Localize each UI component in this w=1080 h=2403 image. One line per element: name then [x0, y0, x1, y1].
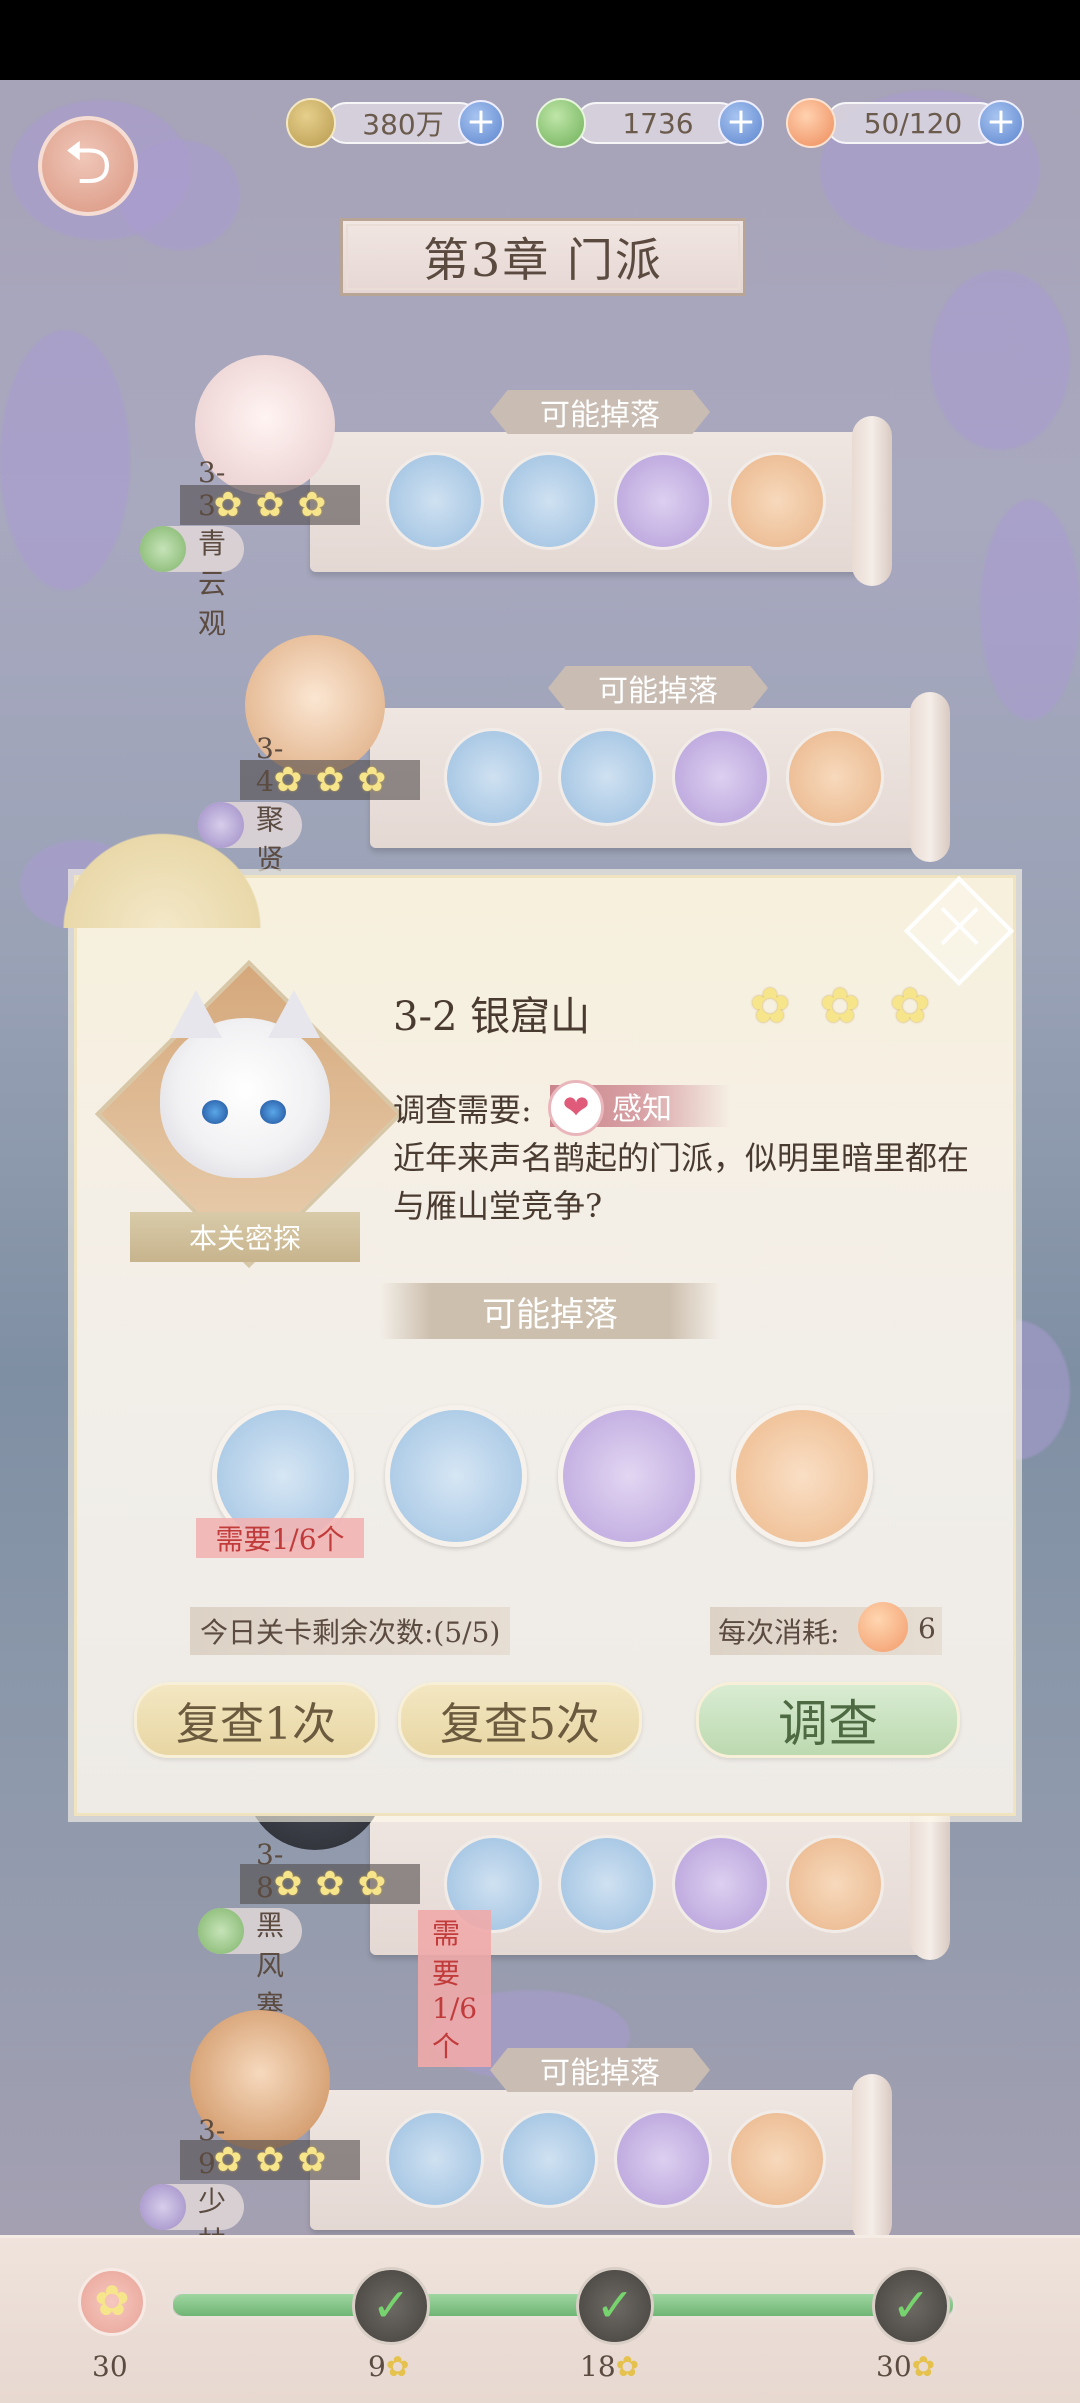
progress-fill	[173, 2294, 953, 2316]
resource-value: 50/120	[826, 102, 1000, 144]
chapter-title: 第3章 门派	[340, 218, 746, 296]
drop-tab-label: 可能掉落	[490, 390, 710, 434]
peach-bun-icon	[786, 98, 836, 148]
scroll-item-icon[interactable]	[731, 1405, 873, 1547]
rabbit-cookie-item-icon	[444, 728, 542, 826]
star-icon: ✿	[255, 2140, 285, 2180]
cat-ear	[268, 990, 320, 1038]
drop-tab-label: 可能掉落	[548, 666, 768, 710]
stage-description: 近年来声名鹊起的门派，似明里暗里都在与雁山堂竞争?	[393, 1139, 970, 1225]
milestone-value: 30	[876, 2350, 912, 2383]
star-icon: ✿	[315, 760, 345, 800]
taiyaki-item-icon[interactable]	[385, 1405, 527, 1547]
star-icon: ✿	[357, 760, 387, 800]
stage-name: 3-9 少林寺	[140, 2114, 244, 2298]
resource-green-bird: 1736 +	[536, 98, 764, 148]
milestone-label: 9✿	[368, 2350, 409, 2383]
scroll-item-icon	[786, 1835, 884, 1933]
total-stars-icon: ✿	[78, 2268, 146, 2336]
status-bar	[0, 0, 1080, 80]
investigate-button[interactable]: 调查	[696, 1682, 960, 1758]
star-icon: ✿	[297, 485, 327, 525]
cat-eye	[260, 1100, 286, 1124]
cat-eye	[202, 1100, 228, 1124]
reward-chest-18-icon[interactable]: ✓	[576, 2267, 654, 2345]
recheck-once-button[interactable]: 复查1次	[134, 1682, 378, 1758]
detective-label: 本关密探	[130, 1212, 360, 1262]
rabbit-cookie-item-icon	[386, 452, 484, 550]
drops-title: 可能掉落	[380, 1283, 720, 1339]
add-peach-bun-button[interactable]: +	[978, 100, 1024, 146]
total-stars-value: 30	[92, 2350, 128, 2383]
star-icon: ✿	[315, 1864, 345, 1904]
purple-fish-item-icon[interactable]	[558, 1405, 700, 1547]
requirement-label: 调查需要:	[393, 1091, 532, 1129]
star-icon: ✿	[385, 2350, 410, 2383]
resource-value: 1736	[576, 102, 740, 144]
purple-fish-item-icon	[614, 2110, 712, 2208]
scroll-item-icon	[786, 728, 884, 826]
scroll-item-icon	[728, 2110, 826, 2208]
milestone-label: 30✿	[876, 2350, 935, 2383]
detective-cat-portrait	[160, 990, 330, 1178]
resource-paw-coin: 380万 +	[286, 98, 504, 148]
modal-stage-title: 3-2 银窟山	[393, 994, 591, 1040]
reward-chest-30-icon[interactable]: ✓	[872, 2267, 950, 2345]
recheck-five-button[interactable]: 复查5次	[398, 1682, 642, 1758]
cat-ear	[170, 990, 222, 1038]
diamond-badge-icon	[140, 526, 186, 572]
peach-bun-icon	[858, 1602, 908, 1652]
resource-peach-bun: 50/120 +	[786, 98, 1024, 148]
star-icon: ✿	[889, 978, 931, 1034]
taiyaki-item-icon	[500, 2110, 598, 2208]
resource-value: 380万	[326, 102, 480, 144]
stage-name: 3-8 黑风寨	[198, 1838, 302, 2022]
taiyaki-item-icon	[500, 452, 598, 550]
milestone-value: 18	[580, 2350, 616, 2383]
modal-stars: ✿ ✿ ✿	[744, 980, 936, 1032]
star-icon: ✿	[297, 2140, 327, 2180]
diamond-badge-icon	[198, 1908, 244, 1954]
cost-value: 6	[918, 1612, 936, 1645]
heart-icon: ❤	[548, 1080, 604, 1136]
star-icon: ✿	[255, 485, 285, 525]
purple-fish-item-icon	[672, 728, 770, 826]
remaining-attempts: 今日关卡剩余次数:(5/5)	[190, 1607, 511, 1655]
add-green-bird-button[interactable]: +	[718, 100, 764, 146]
diamond-badge-icon	[140, 2184, 186, 2230]
star-icon: ✿	[819, 978, 861, 1034]
stage-name-text: 3-8 黑风寨	[256, 1838, 285, 2022]
back-arrow-button[interactable]: ⮌	[38, 116, 138, 216]
progress-track	[170, 2291, 956, 2319]
paw-coin-icon	[286, 98, 336, 148]
add-paw-coin-button[interactable]: +	[458, 100, 504, 146]
milestone-label: 18✿	[580, 2350, 639, 2383]
milestone-value: 9	[368, 2350, 386, 2383]
taiyaki-item-icon	[558, 1835, 656, 1933]
scroll-item-icon	[728, 452, 826, 550]
star-icon: ✿	[615, 2350, 640, 2383]
star-icon: ✿	[749, 978, 791, 1034]
purple-fish-item-icon	[614, 452, 712, 550]
star-icon: ✿	[357, 1864, 387, 1904]
stage-name: 3-3 青云观	[140, 456, 244, 640]
star-icon: ✿	[911, 2350, 936, 2383]
green-bird-icon	[536, 98, 586, 148]
mountain-decoration	[47, 818, 277, 928]
need-count-tag: 需要1/6个	[418, 1910, 492, 2067]
need-count-tag: 需要1/6个	[196, 1518, 364, 1558]
reward-chest-9-icon[interactable]: ✓	[352, 2267, 430, 2345]
purple-fish-item-icon	[672, 1835, 770, 1933]
drop-tab-label: 可能掉落	[490, 2048, 710, 2092]
taiyaki-item-icon	[558, 728, 656, 826]
rabbit-cookie-item-icon	[386, 2110, 484, 2208]
stage-name-text: 3-3 青云观	[198, 456, 227, 640]
